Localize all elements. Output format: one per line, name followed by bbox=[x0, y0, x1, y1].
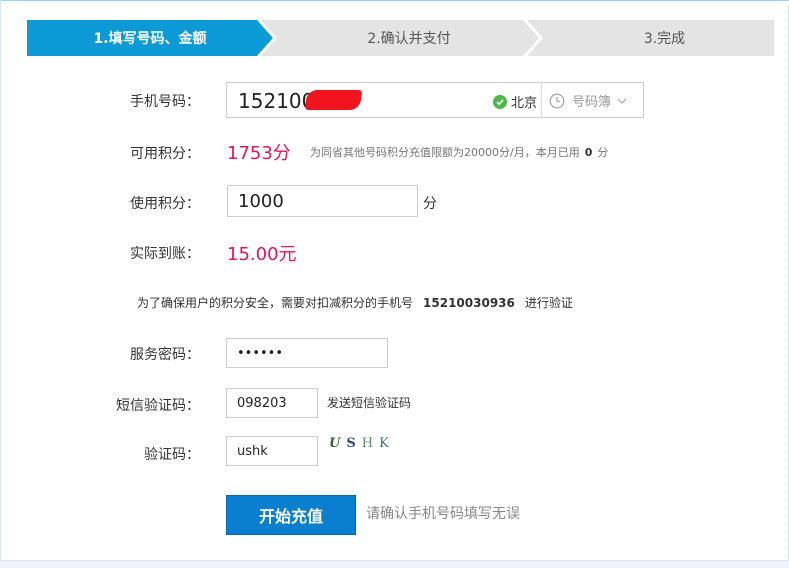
chevron-down-icon bbox=[617, 98, 627, 104]
captcha-input[interactable] bbox=[226, 436, 318, 466]
service-password-label: 服务密码： bbox=[130, 347, 200, 363]
verify-notice-suffix: 进行验证 bbox=[524, 296, 573, 310]
step-2: 2.确认并支付 bbox=[259, 20, 539, 56]
points-limit-note: 为同省其他号码积分充值限额为20000分/月，本月已用 0 分 bbox=[310, 144, 608, 160]
check-circle-icon bbox=[493, 94, 507, 109]
verify-notice: 为了确保用户的积分安全，需要对扣减积分的手机号 15210030936 进行验证 bbox=[137, 294, 573, 311]
step-3-label: 3.完成 bbox=[643, 31, 686, 47]
captcha-char: U bbox=[329, 436, 347, 451]
available-points-label: 可用积分： bbox=[130, 146, 200, 162]
phonebook-button[interactable]: 号码簿 bbox=[549, 91, 627, 110]
captcha-char: K bbox=[379, 436, 395, 451]
sms-code-input[interactable] bbox=[226, 388, 318, 418]
points-note-prefix: 为同省其他号码积分充值限额为20000分/月，本月已用 bbox=[310, 146, 580, 159]
captcha-char: H bbox=[361, 436, 380, 451]
start-recharge-button[interactable]: 开始充值 bbox=[226, 495, 356, 535]
phonebook-label: 号码簿 bbox=[572, 95, 612, 110]
actual-amount-value: 15.00元 bbox=[227, 244, 297, 265]
step-3: 3.完成 bbox=[525, 20, 774, 56]
send-sms-code-link[interactable]: 发送短信验证码 bbox=[327, 394, 411, 411]
verify-phone-number: 15210030936 bbox=[423, 296, 515, 310]
submit-hint: 请确认手机号码填写无误 bbox=[366, 506, 520, 522]
phone-input-box[interactable]: 152100 北京 号码簿 bbox=[226, 82, 644, 118]
use-points-input[interactable] bbox=[227, 185, 418, 217]
verify-notice-prefix: 为了确保用户的积分安全，需要对扣减积分的手机号 bbox=[137, 296, 414, 310]
points-note-suffix: 分 bbox=[597, 146, 609, 159]
captcha-char: S bbox=[346, 436, 362, 451]
captcha-label: 验证码： bbox=[144, 447, 200, 463]
phone-box-divider bbox=[541, 83, 542, 117]
frame-bottom-strip bbox=[0, 560, 789, 568]
progress-steps: 1.填写号码、金额 2.确认并支付 3.完成 bbox=[27, 20, 774, 56]
phone-city-label: 北京 bbox=[511, 96, 538, 111]
clock-icon bbox=[549, 93, 565, 108]
actual-amount-label: 实际到账： bbox=[130, 246, 200, 262]
step-1-label: 1.填写号码、金额 bbox=[93, 31, 207, 47]
phone-city: 北京 bbox=[493, 92, 537, 111]
step-2-label: 2.确认并支付 bbox=[367, 31, 451, 47]
use-points-unit: 分 bbox=[423, 196, 437, 212]
sms-code-label: 短信验证码： bbox=[116, 398, 200, 414]
redaction-mark bbox=[304, 90, 363, 110]
service-password-input[interactable] bbox=[226, 338, 388, 368]
phone-label: 手机号码： bbox=[130, 94, 200, 110]
captcha-image[interactable]: USHK bbox=[329, 436, 395, 454]
available-points-value: 1753分 bbox=[227, 143, 291, 164]
use-points-label: 使用积分： bbox=[130, 196, 200, 212]
phone-input-value[interactable]: 152100 bbox=[238, 89, 314, 113]
points-used-count: 0 bbox=[584, 146, 593, 159]
step-1: 1.填写号码、金额 bbox=[27, 20, 273, 56]
